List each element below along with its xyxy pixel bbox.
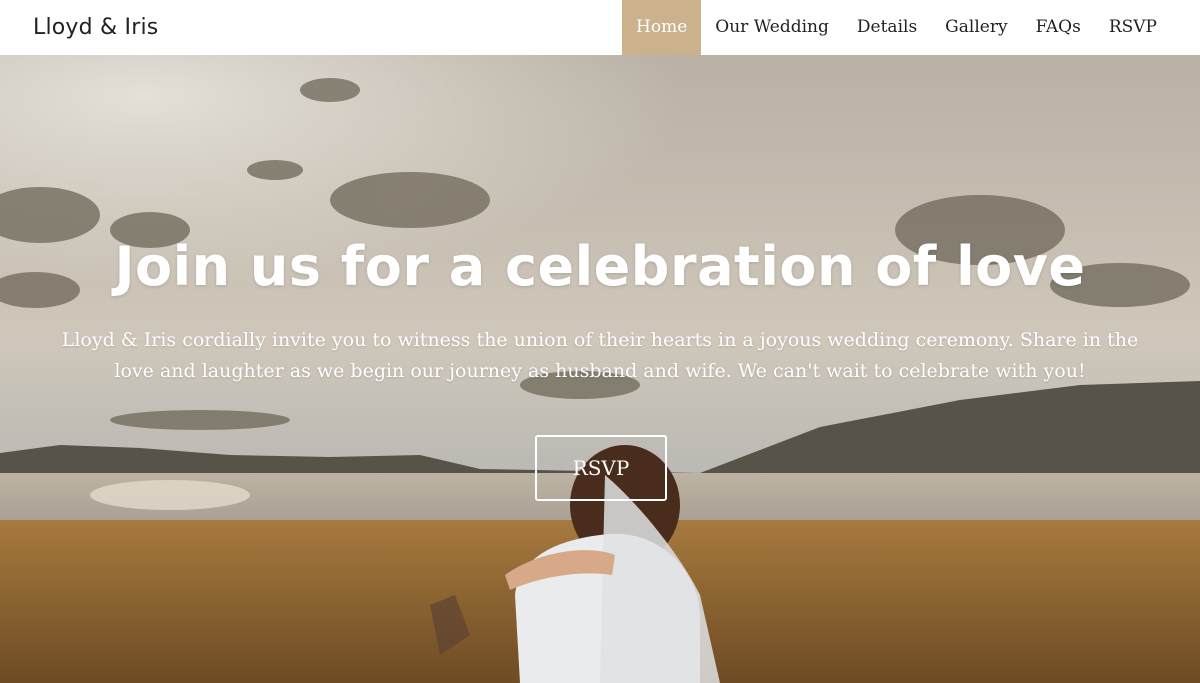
nav-item-our-wedding[interactable]: Our Wedding <box>701 0 843 55</box>
nav-item-rsvp[interactable]: RSVP <box>1095 0 1171 55</box>
hero-subtitle: Lloyd & Iris cordially invite you to wit… <box>61 329 1139 382</box>
rsvp-button[interactable]: RSVP <box>535 435 667 501</box>
nav-item-faqs[interactable]: FAQs <box>1022 0 1095 55</box>
brand-logo-link[interactable]: Lloyd & Iris <box>33 0 158 55</box>
nav-menu: Home Our Wedding Details Gallery FAQs RS… <box>622 0 1171 55</box>
hero-section: Join us for a celebration of love Lloyd … <box>0 55 1200 683</box>
nav-item-home[interactable]: Home <box>622 0 702 55</box>
navbar: Lloyd & Iris Home Our Wedding Details Ga… <box>0 0 1200 55</box>
nav-item-details[interactable]: Details <box>843 0 931 55</box>
hero-title: Join us for a celebration of love <box>114 235 1086 298</box>
nav-item-gallery[interactable]: Gallery <box>931 0 1021 55</box>
